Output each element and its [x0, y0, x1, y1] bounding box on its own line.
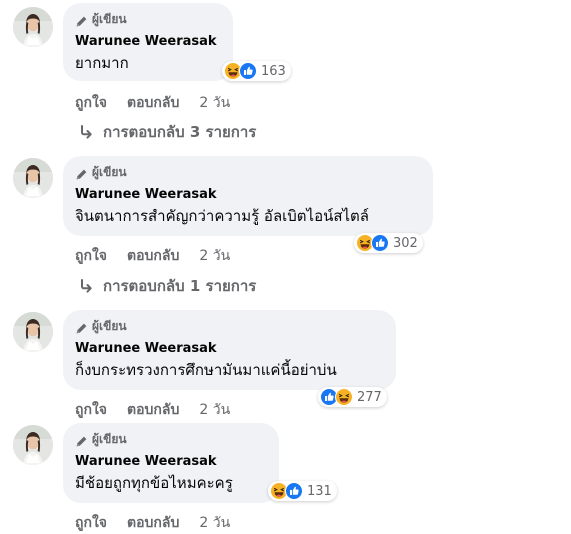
pencil-icon — [75, 320, 88, 333]
reply-button[interactable]: ตอบกลับ — [127, 92, 179, 114]
timestamp[interactable]: 2 วัน — [199, 512, 230, 534]
comment-actions: ถูกใจ ตอบกลับ 2 วัน — [75, 245, 230, 267]
reaction-count: 277 — [357, 389, 382, 405]
comment-actions: ถูกใจ ตอบกลับ 2 วัน — [75, 399, 230, 421]
badge-label: ผู้เขียน — [92, 431, 127, 446]
comment-bubble: ผู้เขียน Warunee Weerasak ยากมาก — [63, 3, 233, 81]
reaction-summary[interactable]: 277 — [318, 387, 387, 407]
timestamp[interactable]: 2 วัน — [199, 245, 230, 267]
haha-reaction-icon — [335, 388, 353, 406]
replies-label: การตอบกลับ 1 รายการ — [103, 277, 257, 295]
comment-text: ยากมาก — [75, 54, 129, 72]
avatar[interactable] — [13, 312, 53, 352]
like-button[interactable]: ถูกใจ — [75, 245, 107, 267]
avatar[interactable] — [13, 158, 53, 198]
reply-arrow-icon — [78, 124, 94, 140]
author-badge: ผู้เขียน — [75, 164, 421, 180]
badge-label: ผู้เขียน — [92, 164, 127, 179]
reaction-count: 163 — [261, 63, 286, 79]
reaction-summary[interactable]: 302 — [354, 233, 423, 253]
author-name[interactable]: Warunee Weerasak — [75, 33, 221, 50]
reply-button[interactable]: ตอบกลับ — [127, 245, 179, 267]
comment-text: มีช้อยถูกทุกข้อไหมคะครู — [75, 474, 233, 492]
badge-label: ผู้เขียน — [92, 318, 127, 333]
pencil-icon — [75, 433, 88, 446]
like-button[interactable]: ถูกใจ — [75, 512, 107, 534]
pencil-icon — [75, 13, 88, 26]
like-reaction-icon — [239, 62, 257, 80]
avatar[interactable] — [13, 425, 53, 465]
comment-actions: ถูกใจ ตอบกลับ 2 วัน — [75, 512, 230, 534]
timestamp[interactable]: 2 วัน — [199, 92, 230, 114]
comment-text: ก็งบกระทรวงการศึกษามันมาแค่นี้อย่าบ่น — [75, 361, 337, 379]
reply-button[interactable]: ตอบกลับ — [127, 399, 179, 421]
view-replies-link[interactable]: การตอบกลับ 3 รายการ — [78, 120, 256, 144]
badge-label: ผู้เขียน — [92, 11, 127, 26]
reply-button[interactable]: ตอบกลับ — [127, 512, 179, 534]
author-name[interactable]: Warunee Weerasak — [75, 340, 384, 357]
reaction-summary[interactable]: 163 — [222, 61, 291, 81]
like-button[interactable]: ถูกใจ — [75, 92, 107, 114]
comment-bubble: ผู้เขียน Warunee Weerasak จินตนาการสำคัญ… — [63, 156, 433, 236]
author-badge: ผู้เขียน — [75, 11, 221, 27]
comment-bubble: ผู้เขียน Warunee Weerasak ก็งบกระทรวงการ… — [63, 310, 396, 390]
author-badge: ผู้เขียน — [75, 431, 267, 447]
like-reaction-icon — [371, 234, 389, 252]
author-badge: ผู้เขียน — [75, 318, 384, 334]
pencil-icon — [75, 166, 88, 179]
author-name[interactable]: Warunee Weerasak — [75, 453, 267, 470]
comment-bubble: ผู้เขียน Warunee Weerasak มีช้อยถูกทุกข้… — [63, 423, 279, 503]
view-replies-link[interactable]: การตอบกลับ 1 รายการ — [78, 274, 256, 298]
like-reaction-icon — [285, 482, 303, 500]
replies-label: การตอบกลับ 3 รายการ — [103, 123, 257, 141]
reply-arrow-icon — [78, 278, 94, 294]
author-name[interactable]: Warunee Weerasak — [75, 186, 421, 203]
comment-text: จินตนาการสำคัญกว่าความรู้ อัลเบิตไอน์สไต… — [75, 207, 369, 225]
avatar[interactable] — [13, 7, 53, 47]
reaction-count: 131 — [307, 483, 332, 499]
comment-actions: ถูกใจ ตอบกลับ 2 วัน — [75, 92, 230, 114]
reaction-summary[interactable]: 131 — [268, 481, 337, 501]
like-button[interactable]: ถูกใจ — [75, 399, 107, 421]
timestamp[interactable]: 2 วัน — [199, 399, 230, 421]
reaction-count: 302 — [393, 235, 418, 251]
